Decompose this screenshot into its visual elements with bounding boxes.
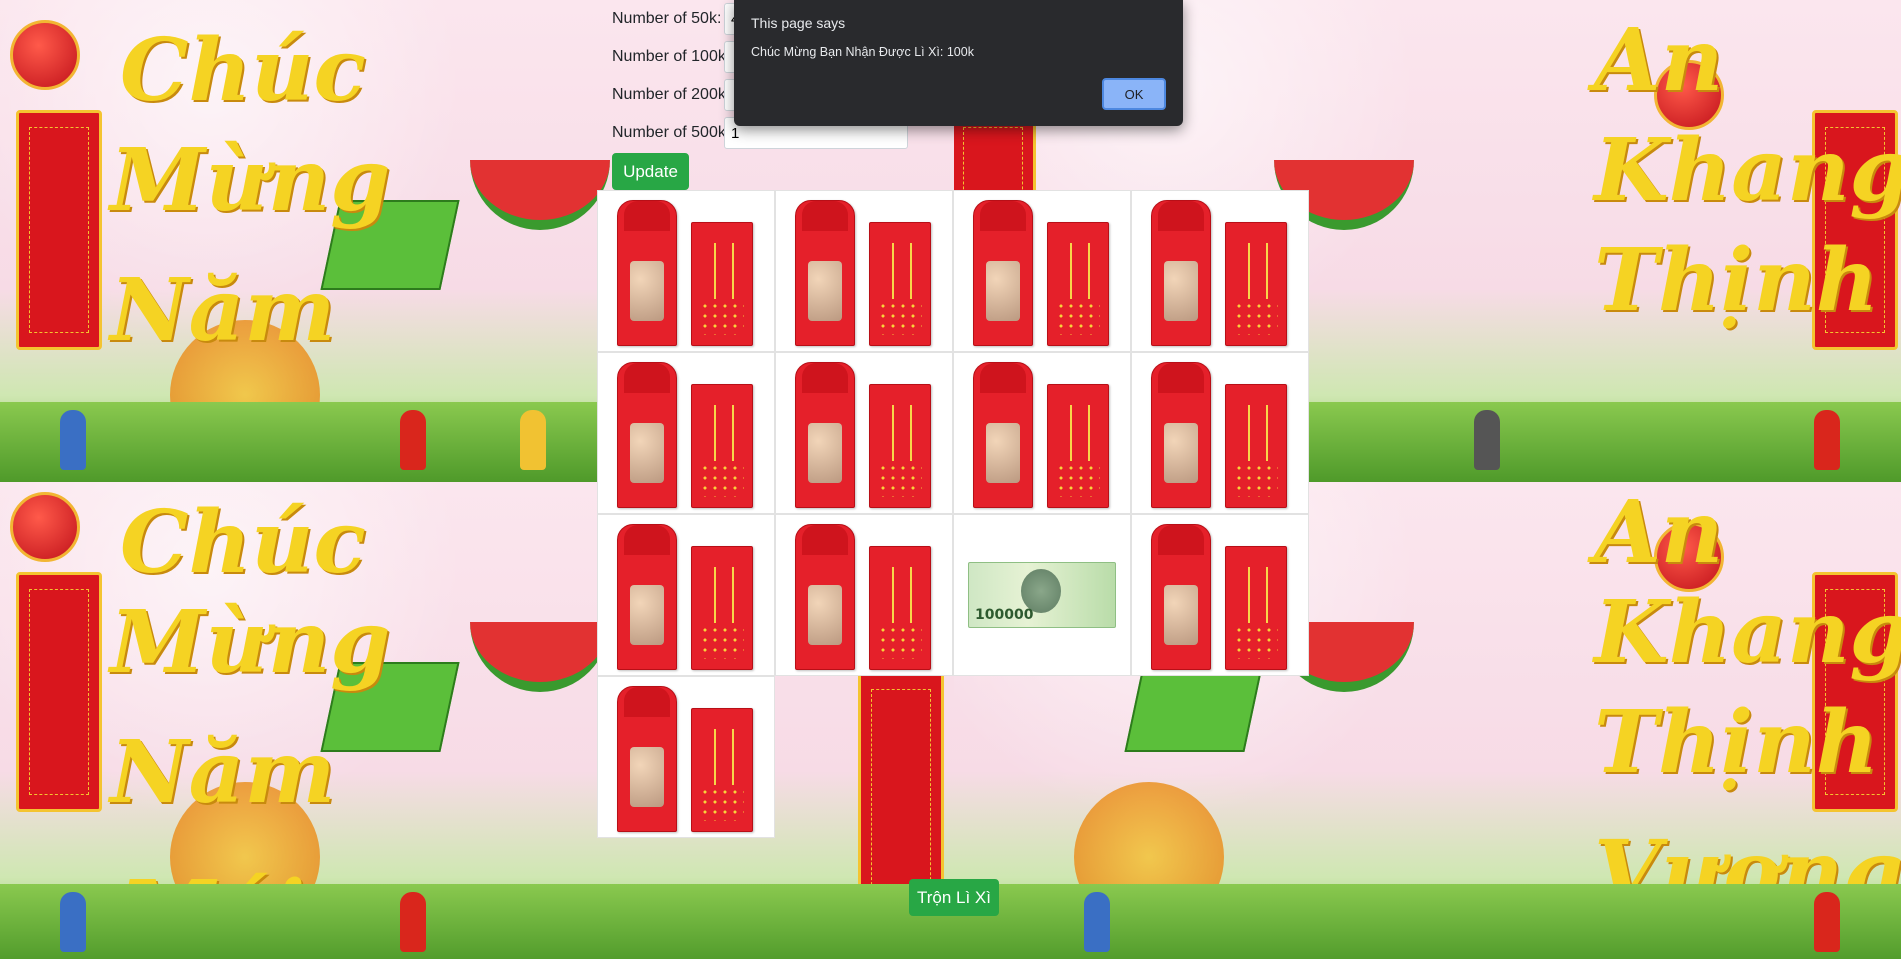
envelope-front (691, 384, 753, 508)
wallpaper-word: Khang (1594, 120, 1901, 221)
banknote-image: 100000 (968, 562, 1116, 628)
envelope-front (691, 546, 753, 670)
wallpaper-word: Năm (110, 260, 336, 361)
envelope-back (617, 686, 677, 832)
red-envelope-cell[interactable] (775, 514, 953, 676)
field-label-50k: Number of 50k: (612, 10, 722, 27)
watermelon-decoration (470, 160, 610, 230)
wallpaper-word: An (1594, 482, 1724, 583)
wallpaper-word: Mừng (110, 592, 391, 693)
red-envelope-image (1151, 196, 1289, 346)
red-envelope-cell[interactable] (597, 190, 775, 352)
wallpaper-word: Chúc (120, 20, 366, 121)
red-envelope-cell[interactable] (1131, 190, 1309, 352)
red-envelope-image (795, 520, 933, 670)
red-envelope-image (617, 196, 755, 346)
envelope-front (691, 708, 753, 832)
child-figure (1084, 892, 1110, 952)
child-figure (60, 892, 86, 952)
envelope-front (1225, 546, 1287, 670)
wallpaper-word: Thịnh (1594, 692, 1879, 793)
couplet-banner (16, 572, 102, 812)
wallpaper-word: Chúc (120, 492, 366, 593)
envelope-grid: 100000 (597, 190, 1311, 838)
field-label-500k: Number of 500k: (612, 124, 731, 141)
field-label-200k: Number of 200k: (612, 86, 731, 103)
envelope-back (1151, 524, 1211, 670)
watermelon-decoration (470, 622, 610, 692)
envelope-back (973, 200, 1033, 346)
red-envelope-cell[interactable] (1131, 352, 1309, 514)
envelope-back (617, 362, 677, 508)
envelope-front (1225, 222, 1287, 346)
red-envelope-image (617, 520, 755, 670)
red-envelope-cell[interactable] (953, 352, 1131, 514)
child-figure (1814, 892, 1840, 952)
envelope-back (795, 524, 855, 670)
red-envelope-image (617, 682, 755, 832)
update-button[interactable]: Update (612, 153, 689, 190)
red-envelope-cell[interactable] (1131, 514, 1309, 676)
red-envelope-image (973, 196, 1111, 346)
envelope-front (1225, 384, 1287, 508)
red-envelope-cell[interactable] (775, 190, 953, 352)
lantern-decoration (10, 492, 80, 562)
envelope-back (973, 362, 1033, 508)
red-envelope-image (973, 358, 1111, 508)
child-figure (400, 410, 426, 470)
red-envelope-cell[interactable] (775, 352, 953, 514)
red-envelope-image (795, 358, 933, 508)
child-figure (1814, 410, 1840, 470)
dialog-title: This page says (751, 15, 846, 31)
envelope-back (795, 362, 855, 508)
envelope-front (1047, 384, 1109, 508)
envelope-front (1047, 222, 1109, 346)
red-envelope-cell[interactable] (597, 352, 775, 514)
red-envelope-cell[interactable] (953, 190, 1131, 352)
envelope-front (869, 222, 931, 346)
couplet-banner (16, 110, 102, 350)
ground-decoration (0, 884, 954, 959)
alert-dialog: This page says Chúc Mừng Bạn Nhận Được L… (734, 0, 1183, 126)
wallpaper-word: Năm (110, 722, 336, 823)
ok-button[interactable]: OK (1102, 78, 1166, 110)
wallpaper-word: Khang (1594, 582, 1901, 683)
envelope-back (795, 200, 855, 346)
envelope-front (869, 546, 931, 670)
child-figure (400, 892, 426, 952)
envelope-front (691, 222, 753, 346)
red-envelope-cell[interactable] (597, 514, 775, 676)
red-envelope-cell[interactable] (597, 676, 775, 838)
red-envelope-image (1151, 358, 1289, 508)
child-figure (60, 410, 86, 470)
envelope-back (1151, 200, 1211, 346)
red-envelope-image (617, 358, 755, 508)
red-envelope-image (1151, 520, 1289, 670)
envelope-back (617, 524, 677, 670)
wallpaper-word: Thịnh (1594, 230, 1879, 331)
revealed-banknote-cell[interactable]: 100000 (953, 514, 1131, 676)
red-envelope-image (795, 196, 933, 346)
shuffle-envelopes-button[interactable]: Trộn Lì Xì (909, 879, 999, 916)
wallpaper-word: Mừng (110, 130, 391, 231)
lantern-decoration (10, 20, 80, 90)
envelope-back (1151, 362, 1211, 508)
child-figure (1474, 410, 1500, 470)
child-figure (520, 410, 546, 470)
envelope-front (869, 384, 931, 508)
dialog-message: Chúc Mừng Bạn Nhận Được Lì Xì: 100k (751, 45, 974, 59)
banknote-value: 100000 (975, 607, 1034, 623)
field-label-100k: Number of 100k: (612, 48, 731, 65)
envelope-back (617, 200, 677, 346)
wallpaper-word: An (1594, 10, 1724, 111)
